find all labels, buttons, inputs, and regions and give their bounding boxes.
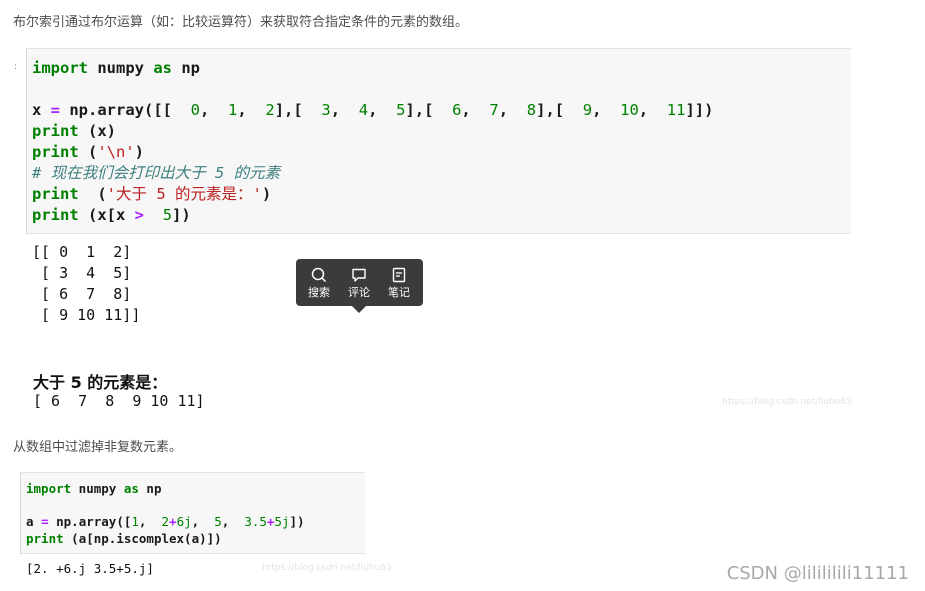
intro-paragraph: 布尔索引通过布尔运算（如：比较运算符）来获取符合指定条件的元素的数组。 xyxy=(13,15,469,30)
search-label: 搜索 xyxy=(308,286,330,299)
code-line-print-label: print ('大于 5 的元素是：') xyxy=(32,185,272,203)
code-block-1: import numpy as np x = np.array([[ 0, 1,… xyxy=(26,48,851,234)
selection-popup: 搜索 评论 笔记 xyxy=(296,259,423,306)
watermark-2: https://blog.csdn.net/liuhu63 xyxy=(262,563,392,573)
popup-pointer xyxy=(352,306,366,313)
code-block-2: import numpy as np a = np.array([1, 2+6j… xyxy=(20,472,365,554)
note-button[interactable]: 笔记 xyxy=(380,265,418,303)
comment-button[interactable]: 评论 xyxy=(340,265,378,303)
output-result: [ 6 7 8 9 10 11] xyxy=(33,392,205,410)
output-complex: [2. +6.j 3.5+5.j] xyxy=(26,561,154,576)
search-button[interactable]: 搜索 xyxy=(300,265,338,303)
output-array: [[ 0 1 2] [ 3 4 5] [ 6 7 8] [ 9 10 11]] xyxy=(32,243,141,324)
code2-line-print: print (a[np.iscomplex(a)]) xyxy=(26,531,222,546)
code-line-array: x = np.array([[ 0, 1, 2],[ 3, 4, 5],[ 6,… xyxy=(32,101,714,119)
comment-icon xyxy=(352,268,366,282)
output-label: 大于 5 的元素是： xyxy=(33,373,168,392)
code-line-print-newline: print ('\n') xyxy=(32,143,145,161)
comment-label: 评论 xyxy=(348,286,370,299)
code-line-print-x: print (x) xyxy=(32,122,116,140)
paragraph-2: 从数组中过滤掉非复数元素。 xyxy=(13,440,183,455)
note-label: 笔记 xyxy=(388,286,410,299)
csdn-author-watermark: CSDN @lilililili11111 xyxy=(726,563,909,584)
code-line-comment: # 现在我们会打印出大于 5 的元素 xyxy=(32,164,281,182)
cell-marker: : xyxy=(14,62,18,72)
code2-line-array: a = np.array([1, 2+6j, 5, 3.5+5j]) xyxy=(26,514,305,529)
code-line-import: import numpy as np xyxy=(32,59,200,77)
watermark-1: https://blog.csdn.net/liuhu63 xyxy=(722,397,852,407)
code-line-print-filter: print (x[x > 5]) xyxy=(32,206,191,224)
note-icon xyxy=(392,267,406,283)
search-icon xyxy=(311,267,327,283)
code2-line-import: import numpy as np xyxy=(26,481,162,496)
